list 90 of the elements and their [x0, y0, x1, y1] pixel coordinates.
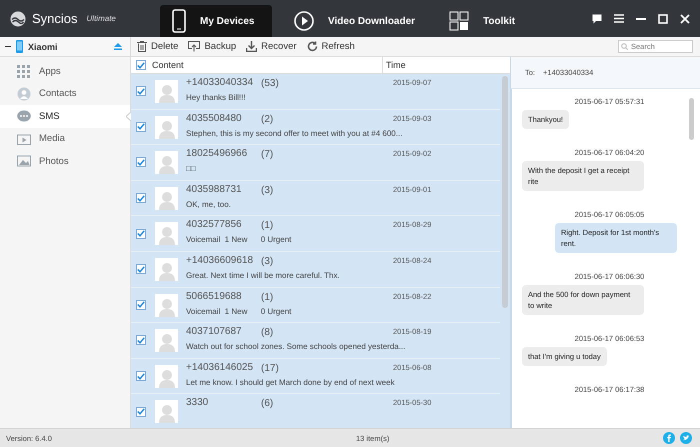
picture-icon — [17, 155, 31, 168]
menu-icon[interactable] — [614, 14, 624, 23]
message-preview: Great. Next time I will be more careful. Thx. — [186, 270, 340, 280]
message-count: (2) — [261, 112, 274, 125]
bird-icon[interactable] — [680, 432, 692, 444]
message-preview: Voicemail 1 New 0 Urgent — [186, 306, 292, 316]
device-name: Xiaomi — [28, 42, 58, 52]
phone-number: 18025496966 — [186, 148, 248, 160]
media-icon — [17, 132, 31, 145]
avatar-icon — [155, 116, 178, 139]
select-all-checkbox[interactable] — [136, 60, 146, 70]
message-count: (6) — [261, 397, 274, 410]
column-header: Time — [386, 60, 406, 70]
message-count: (53) — [261, 77, 280, 89]
toolbar-button[interactable]: Delete — [137, 41, 178, 52]
toolbar-button[interactable]: Backup — [188, 41, 236, 52]
message-count: (1) — [261, 219, 274, 232]
play-icon — [294, 11, 314, 31]
sidebar-item[interactable]: Apps — [0, 60, 130, 82]
message-preview: Stephen, this is my second offer to meet with you at #4 600... — [186, 128, 402, 138]
logo-icon — [10, 10, 26, 26]
phone-icon — [172, 9, 186, 33]
column-header: Content — [152, 60, 184, 70]
row-checkbox[interactable] — [136, 406, 146, 417]
avatar-icon — [155, 364, 178, 388]
facebook-icon[interactable] — [663, 432, 675, 444]
eject-icon[interactable] — [114, 43, 122, 50]
avatar-icon — [155, 294, 178, 317]
chat-bubble-icon — [17, 110, 31, 123]
row-checkbox[interactable] — [136, 371, 146, 382]
message-count: (7) — [261, 148, 274, 160]
row-checkbox[interactable] — [136, 193, 146, 204]
sidebar-item[interactable]: SMS — [0, 105, 130, 128]
nav-tab[interactable]: Video Downloader — [282, 5, 428, 37]
avatar-icon — [155, 151, 178, 174]
row-checkbox[interactable] — [136, 264, 146, 274]
row-checkbox[interactable] — [136, 300, 146, 310]
row-checkbox[interactable] — [136, 157, 146, 168]
phone-number: 4037107687 — [186, 326, 243, 338]
message-preview: Hey thanks Bill!!! — [186, 93, 246, 102]
avatar-icon — [155, 186, 178, 210]
message-preview: Voicemail 1 New 0 Urgent — [186, 235, 292, 244]
app-edition: Ultimate — [86, 14, 116, 23]
phone-number: +14036146025 — [186, 362, 254, 373]
phone-number: 5066519688 — [186, 290, 243, 302]
avatar-icon — [155, 258, 178, 281]
person-icon — [17, 86, 31, 101]
download-icon — [246, 41, 258, 52]
message-count: (3) — [261, 184, 274, 196]
search-icon — [621, 43, 628, 50]
message-count: (8) — [261, 326, 274, 338]
feedback-icon[interactable] — [592, 14, 602, 24]
message-preview: □□ — [186, 164, 196, 174]
sidebar-item[interactable]: Media — [0, 128, 130, 150]
phone-icon — [16, 40, 23, 53]
sidebar-item[interactable]: Contacts — [0, 82, 130, 105]
sidebar-item[interactable]: Photos — [0, 150, 130, 172]
app-name: Syncios — [32, 11, 78, 26]
nav-tab[interactable]: Toolkit — [437, 5, 550, 37]
close-icon[interactable] — [680, 14, 690, 24]
phone-number: 4032577856 — [186, 219, 243, 230]
minimize-icon[interactable] — [636, 18, 646, 20]
phone-number: 4035508480 — [186, 112, 243, 124]
message-count: (3) — [261, 254, 274, 267]
refresh-icon — [306, 41, 318, 52]
row-checkbox[interactable] — [136, 86, 146, 96]
phone-number: +14033040334 — [186, 77, 254, 88]
phone-number: 4035988731 — [186, 184, 243, 195]
maximize-icon[interactable] — [658, 14, 668, 24]
row-checkbox[interactable] — [136, 335, 146, 346]
message-preview: OK, me, too. — [186, 200, 231, 209]
toolbar-button[interactable]: Refresh — [306, 41, 355, 52]
apps-grid-icon — [17, 64, 31, 78]
nav-tab[interactable]: My Devices — [160, 5, 272, 37]
trash-icon — [137, 41, 147, 52]
row-checkbox[interactable] — [136, 122, 146, 132]
toolbar-button[interactable]: Recover — [246, 41, 297, 52]
avatar-icon — [155, 80, 178, 103]
row-checkbox[interactable] — [136, 228, 146, 239]
grid-icon — [449, 11, 470, 31]
phone-number: +14036609618 — [186, 254, 254, 266]
avatar-icon — [155, 400, 178, 424]
avatar-icon — [155, 222, 178, 246]
avatar-icon — [155, 329, 178, 352]
message-count: (1) — [261, 290, 274, 303]
message-count: (17) — [261, 362, 280, 374]
phone-number: 3330 — [186, 397, 210, 408]
message-preview: Watch out for school zones. Some schools opened yesterda... — [186, 342, 406, 352]
message-preview: Let me know. I should get March done by end of next week — [186, 378, 395, 387]
monitor-upload-icon — [188, 41, 200, 52]
